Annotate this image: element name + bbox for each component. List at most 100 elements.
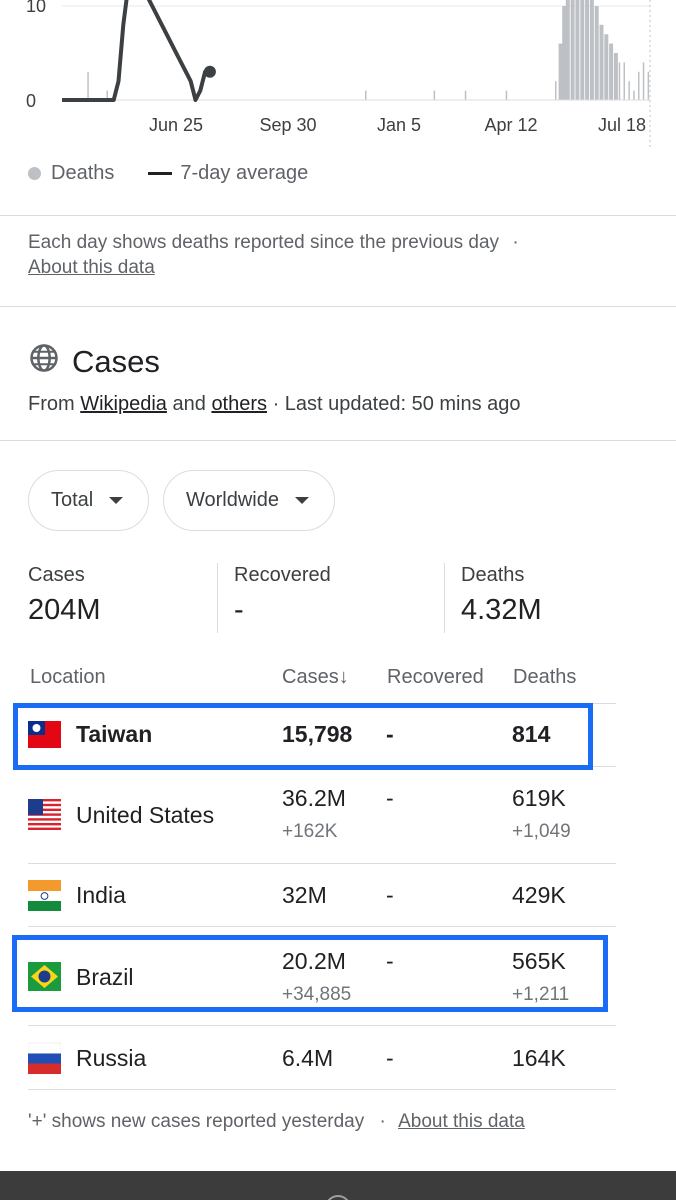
deaths-bar xyxy=(628,81,630,100)
deaths-legend-dot xyxy=(28,167,41,180)
others-link[interactable]: others xyxy=(211,393,267,415)
deaths-bar xyxy=(642,62,645,100)
col-header-cases[interactable]: Cases↓ xyxy=(282,666,349,689)
home-button-icon[interactable] xyxy=(325,1195,351,1200)
summary-deaths: Deaths 4.32M xyxy=(461,564,542,627)
cases-value: 36.2M xyxy=(282,785,346,811)
deaths-bar xyxy=(613,53,618,100)
source-and: and xyxy=(172,393,206,415)
deaths-chart: 10 0 Jun 25 Sep 30 Jan 5 Apr 12 Jul 18 xyxy=(0,0,676,150)
avg-end-dot[interactable] xyxy=(203,65,216,78)
summary-cases: Cases 204M xyxy=(28,564,101,627)
region-dropdown-label: Worldwide xyxy=(186,489,279,511)
location-name: Russia xyxy=(76,1045,147,1071)
note-separator: · xyxy=(512,232,519,253)
summary-separator xyxy=(217,563,218,633)
cases-title: Cases xyxy=(72,344,160,379)
deaths-bar xyxy=(570,0,575,100)
table-row-united-states[interactable]: United States 36.2M +162K - 619K +1,049 xyxy=(28,767,616,863)
y-tick-10: 10 xyxy=(26,0,46,16)
summary-recovered: Recovered - xyxy=(234,564,331,627)
russia-flag-icon xyxy=(28,1042,61,1074)
region-dropdown[interactable]: Worldwide xyxy=(163,470,335,531)
average-legend-line xyxy=(148,172,173,175)
bottom-navigation-bar xyxy=(0,1171,676,1200)
about-data-link[interactable]: About this data xyxy=(398,1111,525,1132)
caret-down-icon xyxy=(109,497,124,504)
summary-deaths-label: Deaths xyxy=(461,564,525,586)
deaths-bar xyxy=(464,90,467,100)
last-updated: · Last updated: 50 mins ago xyxy=(272,393,521,415)
total-dropdown[interactable]: Total xyxy=(28,470,149,531)
deaths-bar xyxy=(589,0,594,101)
table-row-russia[interactable]: Russia 6.4M - 164K xyxy=(28,1026,616,1088)
deaths-bar xyxy=(638,71,640,100)
source-prefix: From xyxy=(28,393,75,415)
deaths-bar xyxy=(580,0,585,101)
deaths-bar xyxy=(647,71,650,100)
divider xyxy=(0,215,676,216)
deaths-bar xyxy=(433,90,436,100)
footnote-text: '+' shows new cases reported yesterday xyxy=(28,1111,365,1132)
summary-separator xyxy=(444,563,445,633)
caret-down-icon xyxy=(295,497,309,504)
cases-value: 6.4M xyxy=(282,1045,334,1071)
x-tick-jun25: Jun 25 xyxy=(149,115,203,135)
deaths-bar xyxy=(575,0,580,100)
deaths-bar xyxy=(505,90,508,100)
deaths-bar xyxy=(623,62,625,100)
recovered-value: - xyxy=(386,785,394,811)
deaths-bar xyxy=(599,24,604,100)
footnote-separator: · xyxy=(379,1111,386,1132)
col-header-location: Location xyxy=(30,666,106,688)
deaths-bar xyxy=(618,62,621,100)
deaths-bar xyxy=(555,81,557,100)
deaths-bar xyxy=(558,43,563,100)
us-flag-icon xyxy=(28,799,61,830)
deaths-bar xyxy=(562,6,567,100)
summary-cases-label: Cases xyxy=(28,564,85,586)
deaths-bar xyxy=(585,0,590,101)
recovered-value: - xyxy=(386,1045,394,1071)
avg-line xyxy=(62,0,210,102)
deaths-chart-svg: 10 0 Jun 25 Sep 30 Jan 5 Apr 12 Jul 18 xyxy=(26,0,651,148)
deaths-bar xyxy=(87,71,89,100)
summary-recovered-label: Recovered xyxy=(234,564,331,586)
divider xyxy=(0,440,676,441)
about-data-link[interactable]: About this data xyxy=(28,257,155,278)
globe-icon xyxy=(30,344,58,372)
location-name: India xyxy=(76,882,126,908)
bars-group xyxy=(87,0,650,101)
x-tick-jan5: Jan 5 xyxy=(377,115,421,135)
x-tick-jul18: Jul 18 xyxy=(598,115,646,135)
deaths-bar xyxy=(604,34,609,101)
source-line: From Wikipedia and others · Last updated… xyxy=(28,393,521,416)
wikipedia-link[interactable]: Wikipedia xyxy=(80,393,167,415)
y-tick-0: 0 xyxy=(26,91,36,111)
row-divider xyxy=(28,1089,616,1090)
divider xyxy=(0,306,676,307)
note-text: Each day shows deaths reported since the… xyxy=(28,232,500,253)
cases-new-value: +162K xyxy=(282,821,338,842)
deaths-bar xyxy=(365,90,367,100)
highlight-box-taiwan xyxy=(13,703,593,770)
deaths-bar xyxy=(594,6,599,100)
summary-deaths-value: 4.32M xyxy=(461,594,542,626)
table-row-india[interactable]: India 32M - 429K xyxy=(28,864,616,926)
deaths-value: 619K xyxy=(512,785,566,811)
deaths-value: 164K xyxy=(512,1045,566,1071)
highlight-box-brazil xyxy=(12,935,608,1012)
legend-deaths: Deaths xyxy=(51,162,115,184)
deaths-new-value: +1,049 xyxy=(512,821,571,842)
col-header-recovered[interactable]: Recovered xyxy=(387,666,484,689)
deaths-bar xyxy=(633,90,635,100)
summary-cases-value: 204M xyxy=(28,594,101,626)
recovered-value: - xyxy=(386,882,394,908)
summary-recovered-value: - xyxy=(234,594,244,626)
chart-legend: Deaths 7-day average xyxy=(28,162,308,185)
location-name: United States xyxy=(76,802,215,828)
x-tick-sep30: Sep 30 xyxy=(259,115,316,135)
col-header-deaths[interactable]: Deaths xyxy=(513,666,576,689)
x-tick-apr12: Apr 12 xyxy=(484,115,537,135)
deaths-bar xyxy=(609,43,614,100)
